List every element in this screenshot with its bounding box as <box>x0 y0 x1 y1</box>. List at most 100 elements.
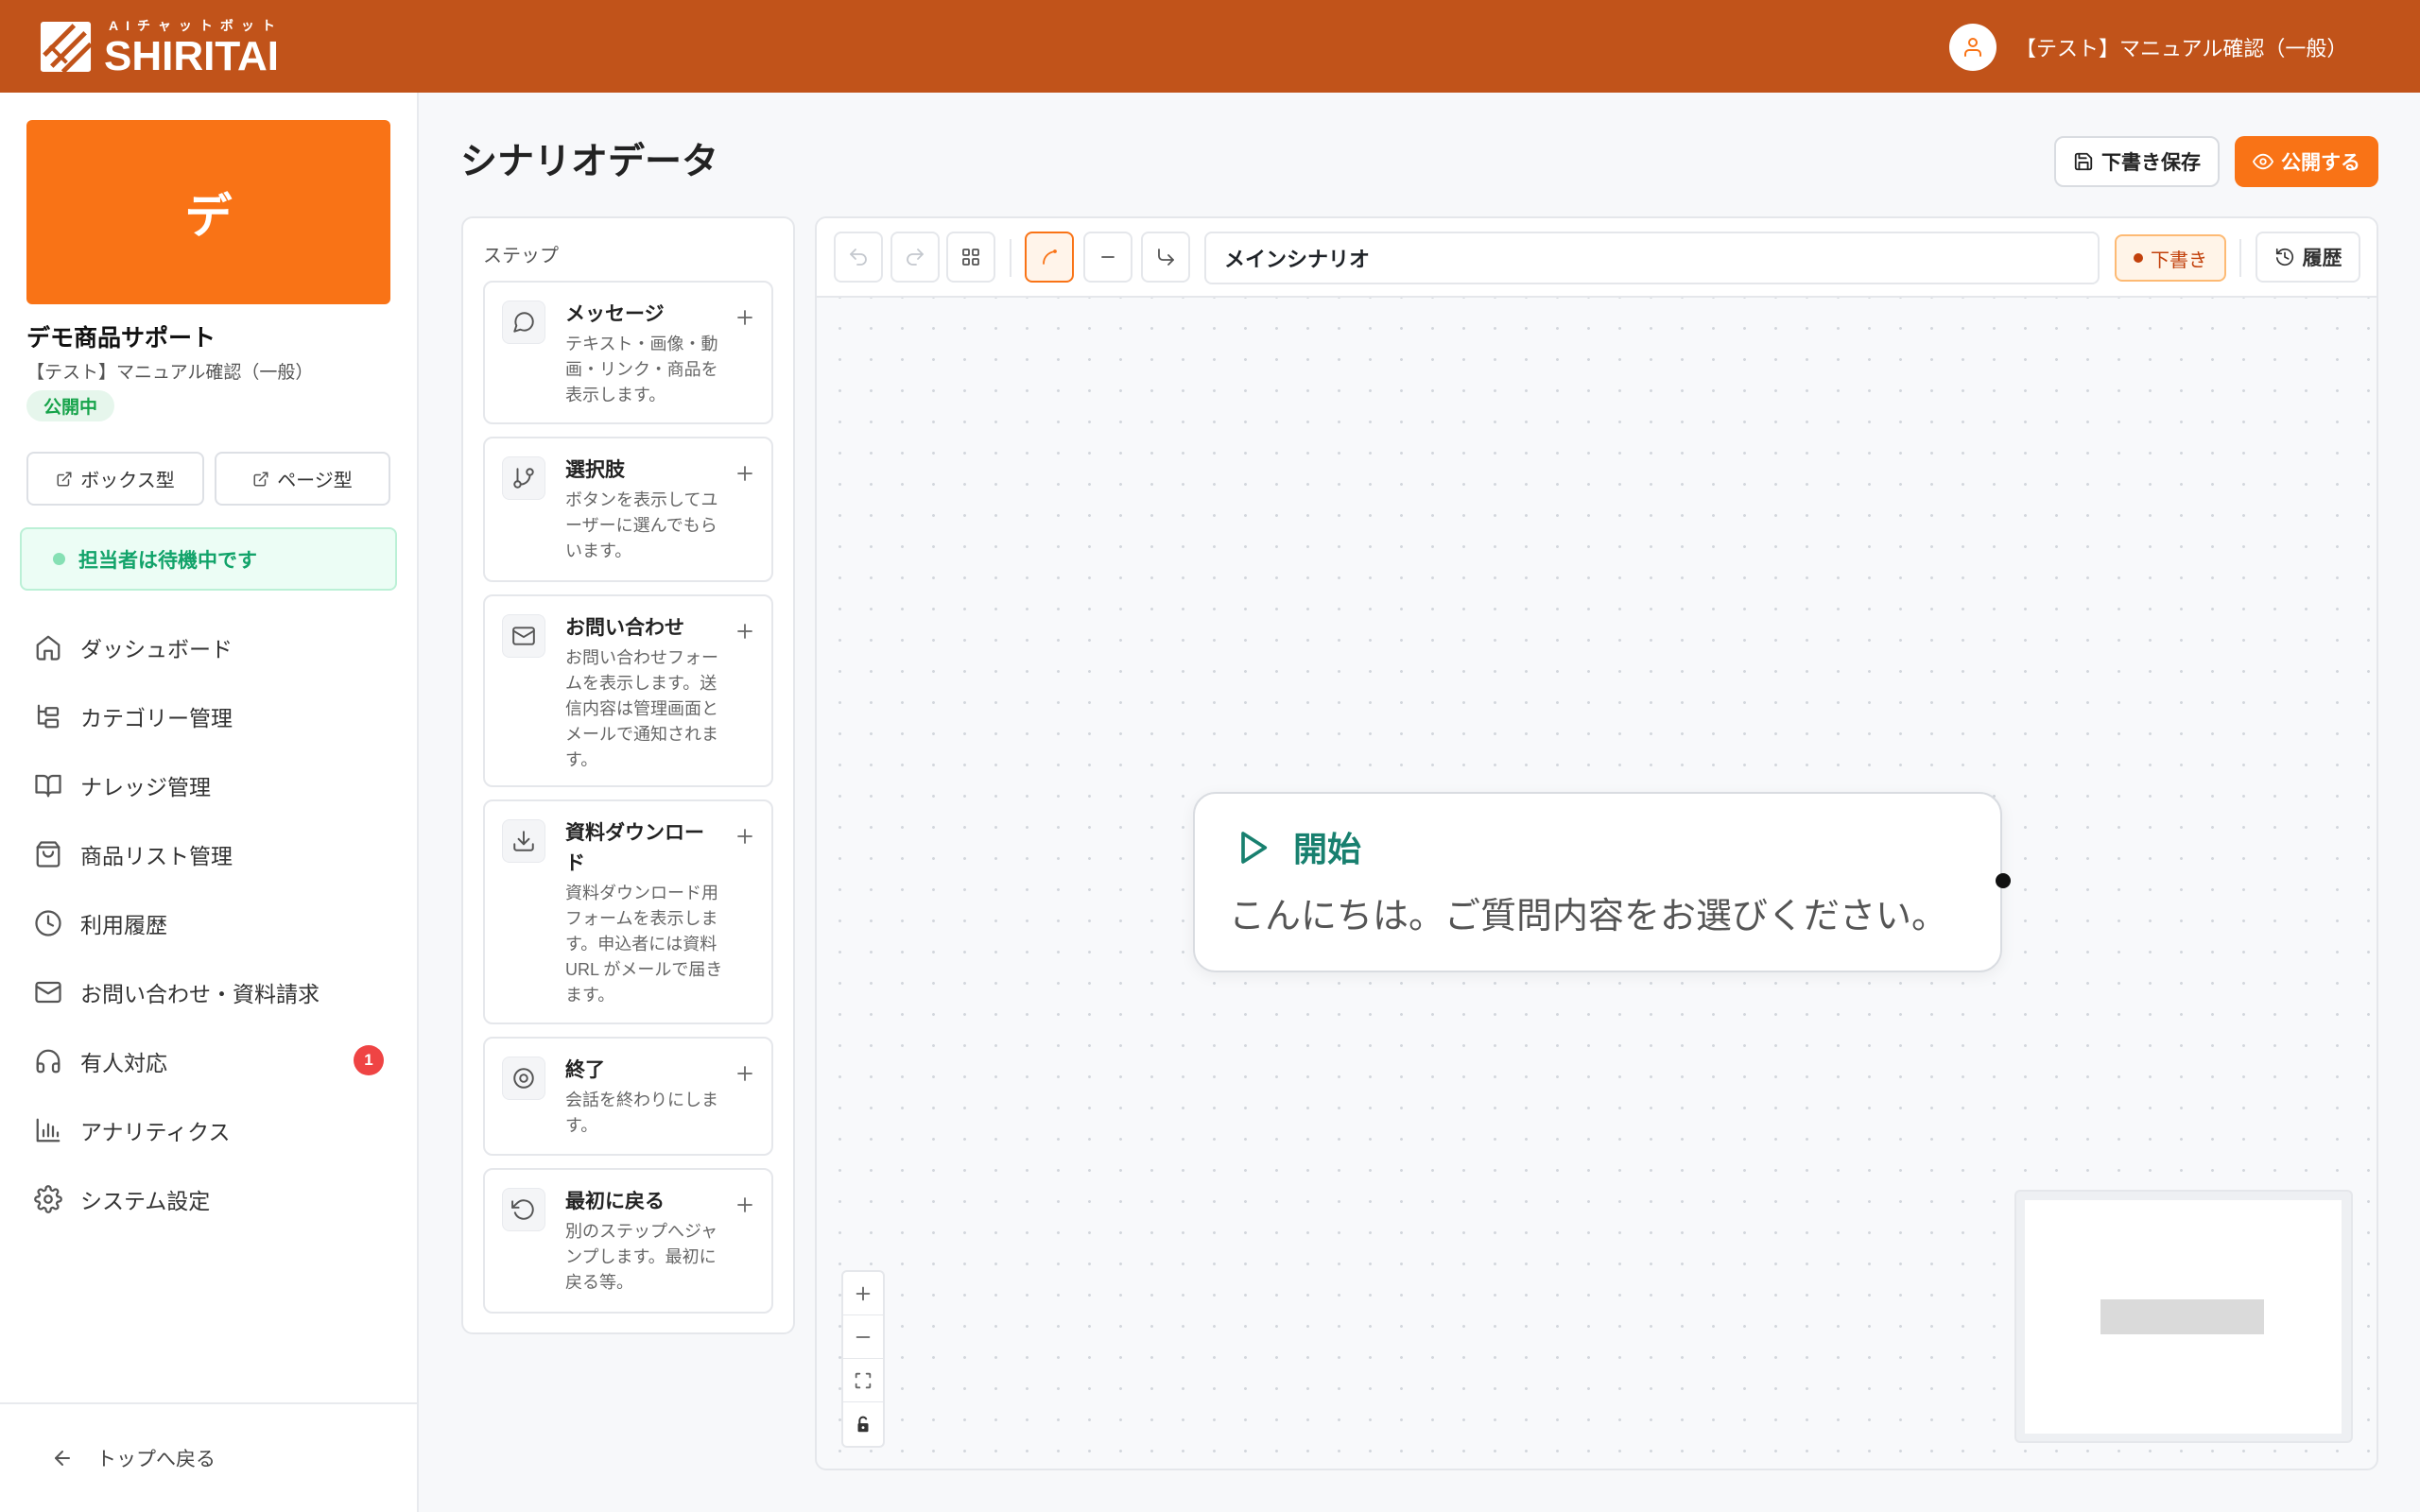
sidebar-item-live-support[interactable]: 有人対応 1 <box>26 1026 390 1095</box>
eye-icon <box>2253 153 2273 170</box>
sidebar-item-categories[interactable]: カテゴリー管理 <box>26 681 390 750</box>
save-draft-button[interactable]: 下書き保存 <box>2054 136 2220 187</box>
page-preview-button[interactable]: ページ型 <box>215 452 390 506</box>
add-step-button[interactable] <box>734 620 756 643</box>
scenario-name-input[interactable] <box>1204 232 2100 284</box>
operator-status-text: 担当者は待機中です <box>78 549 257 572</box>
start-node-message: こんにちは。ご質問内容をお選びください。 <box>1229 897 1948 936</box>
plus-icon <box>737 1197 752 1212</box>
step-card-message[interactable]: メッセージ テキスト・画像・動画・リンク・商品を表示します。 <box>483 281 773 424</box>
sidebar-item-label: 商品リスト管理 <box>80 843 233 868</box>
step-card-end[interactable]: 終了 会話を終わりにします。 <box>483 1037 773 1156</box>
minimap[interactable] <box>2014 1190 2353 1443</box>
history-icon <box>2275 248 2293 266</box>
start-node-output-handle[interactable] <box>1996 873 2011 888</box>
lock-button[interactable] <box>843 1402 883 1446</box>
box-preview-button[interactable]: ボックス型 <box>26 452 204 506</box>
sidebar-item-analytics[interactable]: アナリティクス <box>26 1095 390 1164</box>
zoom-in-button[interactable] <box>843 1272 883 1315</box>
auto-layout-grid-icon <box>962 249 979 266</box>
zoom-in-icon <box>856 1286 871 1300</box>
notification-badge: 1 <box>354 1045 384 1075</box>
step-icon-box <box>502 1057 545 1100</box>
history-label: 履歴 <box>2302 248 2342 269</box>
fit-view-button[interactable] <box>843 1359 883 1402</box>
step-card-download[interactable]: 資料ダウンロード 資料ダウンロード用フォームを表示します。申込者には資料URL … <box>483 799 773 1024</box>
shopping-bag-icon <box>36 840 60 868</box>
step-card-choices[interactable]: 選択肢 ボタンを表示してユーザーに選んでもらいます。 <box>483 437 773 582</box>
minimap-viewport <box>2025 1200 2342 1434</box>
sidebar-item-products[interactable]: 商品リスト管理 <box>26 819 390 888</box>
bot-name: デモ商品サポート <box>26 325 216 352</box>
message-circle-icon <box>513 312 534 333</box>
stop-circle-icon <box>513 1068 534 1089</box>
sidebar-item-settings[interactable]: システム設定 <box>26 1164 390 1233</box>
publish-button[interactable]: 公開する <box>2235 136 2378 187</box>
external-link-icon <box>253 472 268 486</box>
headphones-icon <box>36 1049 60 1073</box>
save-icon <box>2074 152 2093 171</box>
step-text: 選択肢 ボタンを表示してユーザーに選んでもらいます。 <box>565 455 724 564</box>
logo-icon <box>40 21 93 74</box>
sidebar-item-dashboard[interactable]: ダッシュボード <box>26 612 390 681</box>
sidebar-item-knowledge[interactable]: ナレッジ管理 <box>26 750 390 819</box>
straight-edge-button[interactable] <box>1083 232 1132 283</box>
folder-tree-icon <box>37 704 60 728</box>
avatar <box>1949 24 1996 71</box>
page-preview-label: ページ型 <box>277 471 353 491</box>
mail-icon <box>35 981 61 1003</box>
scenario-flow-editor[interactable]: 下書き 履歴 開始 こんにちは。ご質問内容をお選びください。 <box>815 216 2378 1470</box>
step-description: 資料ダウンロード用フォームを表示します。申込者には資料URL がメールで届きます… <box>565 884 723 1005</box>
add-step-button[interactable] <box>734 1062 756 1085</box>
editor-toolbar: 下書き 履歴 <box>817 218 2377 298</box>
publish-label: 公開する <box>2281 152 2360 174</box>
add-step-button[interactable] <box>734 825 756 848</box>
step-edge-button[interactable] <box>1141 232 1190 283</box>
steps-palette: ステップ メッセージ テキスト・画像・動画・リンク・商品を表示します。 選択肢 … <box>461 216 795 1334</box>
history-button[interactable]: 履歴 <box>2256 232 2360 283</box>
auto-layout-button[interactable] <box>946 232 995 283</box>
step-card-inquiry[interactable]: お問い合わせ お問い合わせフォームを表示します。送信内容は管理画面とメールで通知… <box>483 594 773 787</box>
step-card-jump-to-start[interactable]: 最初に戻る 別のステップへジャンプします。最初に戻る等。 <box>483 1168 773 1314</box>
bot-owner: 【テスト】マニュアル確認（一般） <box>26 363 314 383</box>
page-title: シナリオデータ <box>460 142 719 182</box>
step-description: ボタンを表示してユーザーに選んでもらいます。 <box>565 490 718 560</box>
step-title: 終了 <box>565 1059 605 1081</box>
plus-icon <box>737 624 752 639</box>
curve-edge-button[interactable] <box>1025 232 1074 283</box>
book-open-icon <box>35 774 61 797</box>
status-dot <box>2134 253 2143 263</box>
add-step-button[interactable] <box>734 1194 756 1216</box>
sidebar-item-history[interactable]: 利用履歴 <box>26 888 390 957</box>
mail-icon <box>512 627 535 645</box>
box-preview-label: ボックス型 <box>80 471 175 491</box>
step-icon-box <box>502 456 545 500</box>
undo-icon <box>850 249 867 266</box>
step-text: 資料ダウンロード 資料ダウンロード用フォームを表示します。申込者には資料URL … <box>565 818 724 1008</box>
toolbar-divider <box>2239 239 2241 277</box>
back-to-top-label: トップへ戻る <box>96 1449 216 1470</box>
back-to-top-link[interactable]: トップへ戻る <box>51 1442 216 1474</box>
redo-button[interactable] <box>890 232 940 283</box>
sidebar: デ デモ商品サポート 【テスト】マニュアル確認（一般） 公開中 ボックス型 ペー… <box>0 93 419 1512</box>
start-node-icon <box>1234 829 1271 867</box>
undo-button[interactable] <box>834 232 883 283</box>
sidebar-item-label: 利用履歴 <box>80 912 167 937</box>
sidebar-item-label: システム設定 <box>80 1188 211 1213</box>
start-node[interactable]: 開始 こんにちは。ご質問内容をお選びください。 <box>1193 792 2002 972</box>
user-menu[interactable]: 【テスト】マニュアル確認（一般） <box>1949 24 2347 71</box>
external-link-icon <box>57 472 72 486</box>
add-step-button[interactable] <box>734 306 756 329</box>
zoom-out-button[interactable] <box>843 1315 883 1359</box>
sidebar-item-label: カテゴリー管理 <box>80 705 233 730</box>
step-description: テキスト・画像・動画・リンク・商品を表示します。 <box>565 335 718 404</box>
sidebar-item-label: お問い合わせ・資料請求 <box>80 981 320 1006</box>
add-step-button[interactable] <box>734 462 756 485</box>
fit-view-icon <box>855 1372 872 1388</box>
curve-edge-icon <box>1043 249 1057 265</box>
app-logo[interactable]: AIチャットボット SHIRITAI <box>0 0 302 93</box>
git-branch-icon <box>513 468 534 489</box>
step-edge-icon <box>1158 249 1174 266</box>
sidebar-item-inquiries[interactable]: お問い合わせ・資料請求 <box>26 957 390 1026</box>
status-badge: 公開中 <box>26 390 115 421</box>
